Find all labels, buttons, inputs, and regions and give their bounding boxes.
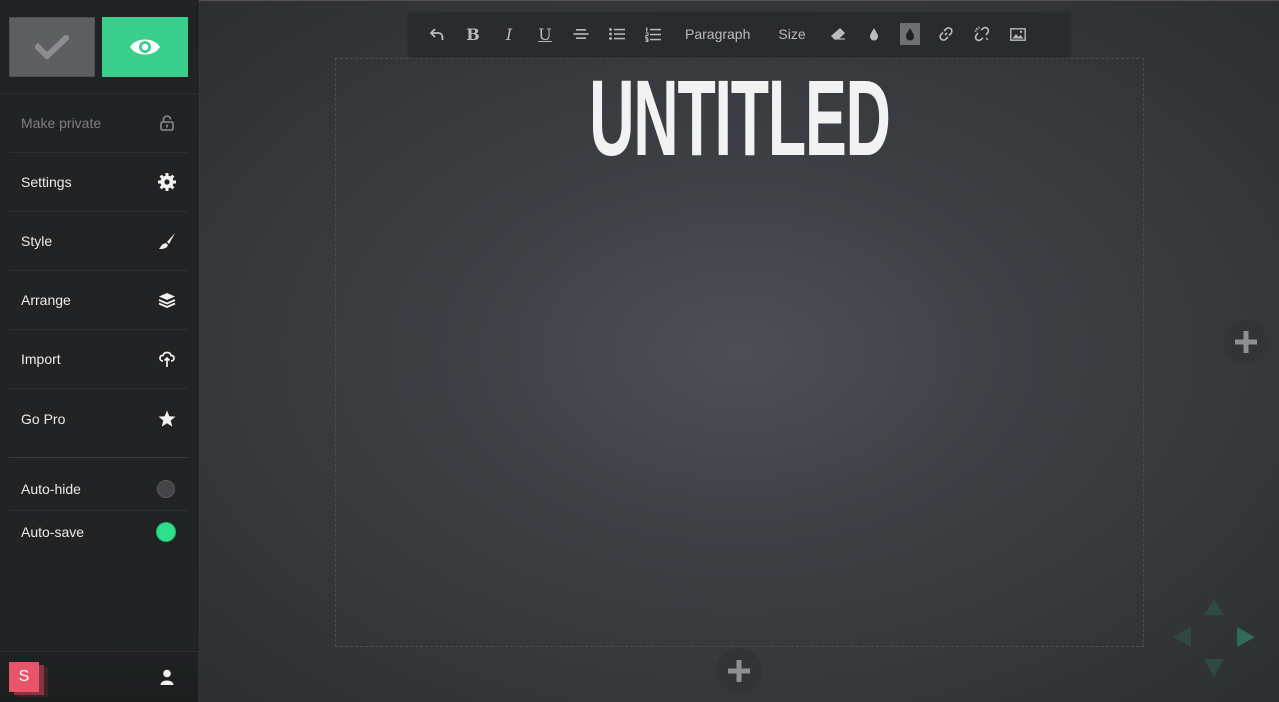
preview-button[interactable] (102, 17, 188, 77)
divider (9, 457, 188, 458)
droplet-icon (869, 28, 878, 41)
unlink-button[interactable] (964, 12, 1000, 56)
arrow-left-icon[interactable] (1173, 627, 1191, 647)
toggle-list: Auto-hide Auto-save (9, 467, 188, 553)
layers-icon (157, 290, 177, 310)
toggle-label: Auto-save (21, 524, 85, 540)
sidebar: Make private Settings Style Arrange Impo… (0, 0, 198, 702)
italic-button[interactable]: I (491, 12, 527, 56)
active-chip (899, 23, 920, 45)
eraser-icon (830, 28, 845, 40)
auto-save-toggle[interactable] (157, 523, 175, 541)
user-icon[interactable] (160, 669, 174, 690)
menu-item-label: Make private (21, 115, 102, 131)
cloud-upload-icon (157, 349, 177, 369)
numbered-list-button[interactable] (635, 12, 671, 56)
arrow-up-icon[interactable] (1204, 599, 1224, 615)
link-button[interactable] (928, 12, 964, 56)
arrow-down-icon[interactable] (1204, 659, 1224, 677)
menu-item-label: Style (21, 233, 53, 249)
text-toolbar: B I U Paragraph Size (409, 12, 1070, 56)
paragraph-dropdown[interactable]: Paragraph (671, 12, 764, 56)
bullet-list-button[interactable] (599, 12, 635, 56)
menu-item-label: Import (21, 351, 61, 367)
sidebar-footer: S (0, 651, 198, 702)
sidebar-menu: Make private Settings Style Arrange Impo… (9, 94, 188, 448)
toggle-label: Auto-hide (21, 480, 81, 497)
add-section-bottom-button[interactable] (716, 648, 762, 694)
droplet-icon (905, 28, 914, 41)
size-dropdown[interactable]: Size (764, 12, 819, 56)
gear-icon (157, 172, 177, 192)
link-icon (939, 27, 953, 41)
star-icon (157, 409, 177, 429)
underline-button[interactable]: U (527, 12, 563, 56)
eraser-button[interactable] (820, 12, 856, 56)
menu-item-label: Arrange (21, 292, 71, 308)
editor-canvas: UNTITLED B I U Paragraph Size (199, 0, 1279, 702)
align-center-icon (573, 29, 589, 39)
text-color-button[interactable] (856, 12, 892, 56)
top-buttons (9, 17, 188, 77)
numbered-list-icon (645, 27, 661, 42)
align-center-button[interactable] (563, 12, 599, 56)
plus-icon (728, 660, 750, 682)
toggle-row-auto-hide: Auto-hide (9, 467, 188, 510)
menu-item-settings[interactable]: Settings (9, 153, 188, 212)
brush-icon (157, 231, 177, 251)
publish-button[interactable] (9, 17, 95, 77)
menu-item-style[interactable]: Style (9, 212, 188, 271)
bullet-list-icon (609, 28, 625, 40)
unlink-icon (974, 26, 989, 42)
menu-item-label: Go Pro (21, 410, 66, 427)
menu-item-arrange[interactable]: Arrange (9, 271, 188, 330)
auto-hide-toggle[interactable] (157, 479, 175, 498)
app-logo[interactable]: S (9, 662, 39, 692)
undo-icon (430, 28, 444, 40)
add-section-right-button[interactable] (1224, 320, 1268, 364)
undo-button[interactable] (419, 12, 455, 56)
background-color-button[interactable] (892, 12, 928, 56)
menu-item-import[interactable]: Import (9, 330, 188, 389)
insert-image-button[interactable] (1000, 12, 1036, 56)
page-title[interactable]: UNTITLED (505, 63, 974, 173)
checkmark-icon (35, 35, 69, 59)
menu-item-make-private[interactable]: Make private (9, 94, 188, 153)
plus-icon (1235, 331, 1257, 353)
lock-icon (157, 113, 177, 133)
menu-item-go-pro[interactable]: Go Pro (9, 389, 188, 448)
slide-navigation (1173, 597, 1255, 679)
arrow-right-icon[interactable] (1237, 627, 1255, 647)
image-icon (1009, 27, 1026, 41)
toggle-row-auto-save: Auto-save (9, 510, 188, 553)
menu-item-label: Settings (21, 174, 72, 190)
bold-button[interactable]: B (455, 12, 491, 56)
eye-icon (130, 39, 160, 55)
